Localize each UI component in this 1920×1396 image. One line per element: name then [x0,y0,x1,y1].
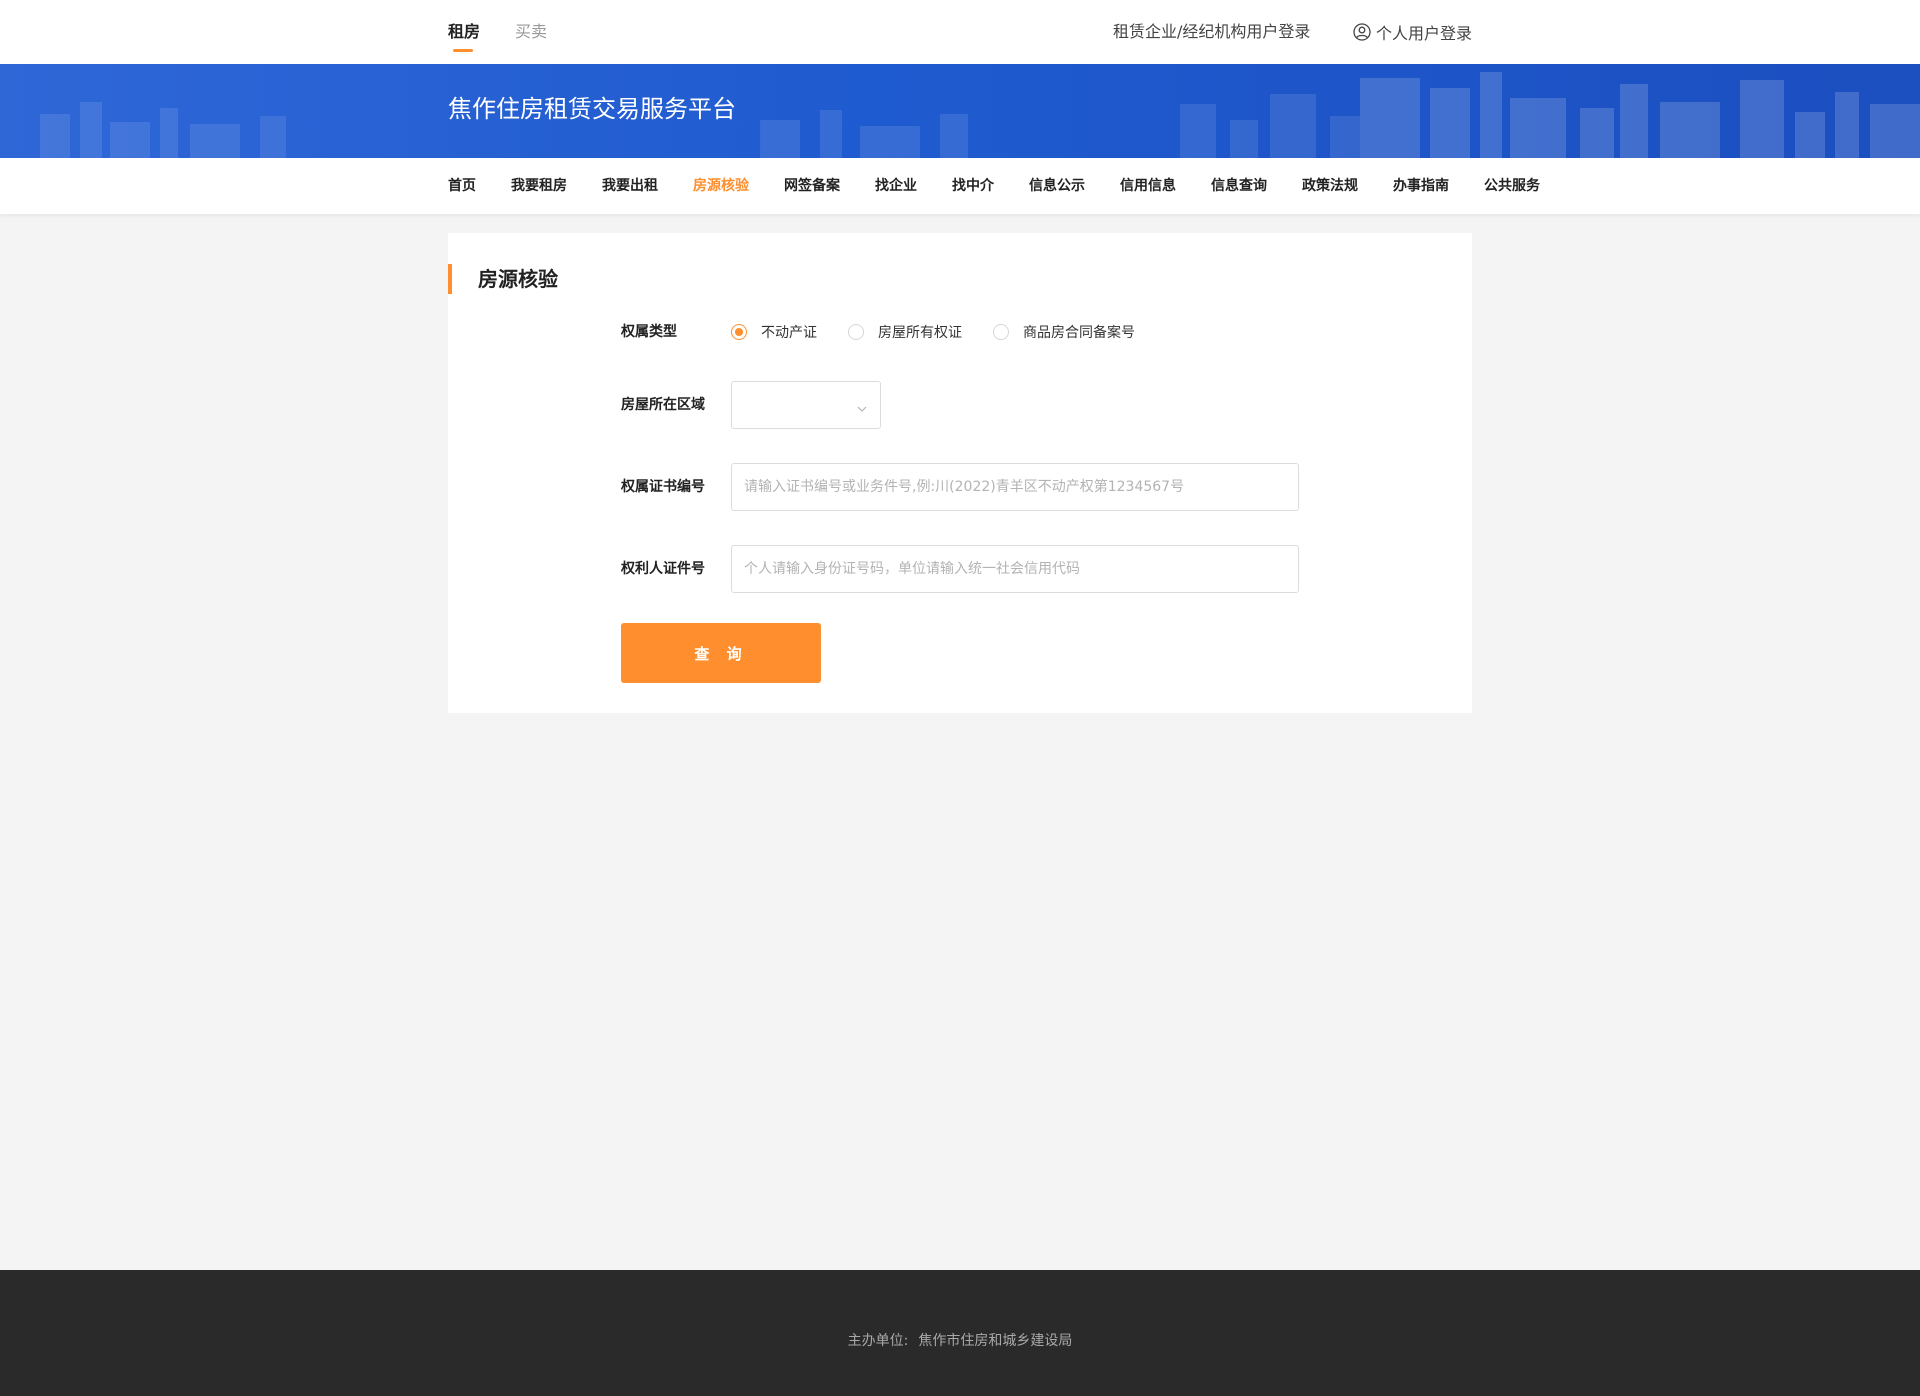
radio-label: 房屋所有权证 [878,325,962,341]
top-bar: 租房 买卖 租赁企业/经纪机构用户登录 个人用户登录 [0,0,1920,64]
footer-host-info: 主办单位: 焦作市住房和城乡建设局 [0,1331,1920,1351]
site-title: 焦作住房租赁交易服务平台 [448,95,736,123]
region-label: 房屋所在区域 [621,397,705,413]
title-accent-bar [448,264,452,294]
nav-item-online-contract[interactable]: 网签备案 [784,176,840,196]
region-select[interactable] [731,381,881,429]
nav-item-public-service[interactable]: 公共服务 [1484,176,1540,196]
person-login-label: 个人用户登录 [1375,24,1472,43]
radio-real-estate-cert[interactable]: 不动产证 [731,322,817,342]
nav-item-info-public[interactable]: 信息公示 [1029,176,1085,196]
radio-dot-checked[interactable] [731,324,747,340]
footer-host-label: 主办单位: [847,1333,909,1349]
tab-sale[interactable]: 买卖 [515,20,547,44]
cert-no-input[interactable] [731,463,1299,511]
nav-item-rent-house[interactable]: 我要租房 [511,176,567,196]
nav-item-guide[interactable]: 办事指南 [1393,176,1449,196]
radio-dot[interactable] [993,324,1009,340]
page-title: 房源核验 [478,267,558,291]
footer: 主办单位: 焦作市住房和城乡建设局 [0,1270,1920,1396]
chevron-down-icon [856,400,868,412]
ownership-type-label: 权属类型 [621,324,677,340]
footer-host-value: 焦作市住房和城乡建设局 [918,1333,1073,1349]
tab-rent-underline [453,49,473,52]
owner-id-label: 权利人证件号 [621,561,705,577]
nav-item-credit-info[interactable]: 信用信息 [1120,176,1176,196]
radio-label: 商品房合同备案号 [1023,325,1135,341]
nav-item-home[interactable]: 首页 [448,176,476,196]
nav-item-info-query[interactable]: 信息查询 [1211,176,1267,196]
cert-no-label: 权属证书编号 [621,479,705,495]
user-circle-icon [1353,23,1371,41]
radio-contract-filing-no[interactable]: 商品房合同备案号 [993,322,1135,342]
radio-label: 不动产证 [761,325,817,341]
top-bar-inner: 租房 买卖 租赁企业/经纪机构用户登录 个人用户登录 [448,0,1472,64]
city-skyline-decoration [40,72,1920,158]
radio-house-ownership-cert[interactable]: 房屋所有权证 [848,322,962,342]
nav-item-policy[interactable]: 政策法规 [1302,176,1358,196]
person-login-link[interactable]: 个人用户登录 [1353,20,1472,44]
owner-id-input[interactable] [731,545,1299,593]
nav-item-find-company[interactable]: 找企业 [875,176,917,196]
nav-item-find-agent[interactable]: 找中介 [952,176,994,196]
tab-rent[interactable]: 租房 [448,20,480,44]
nav-item-let-house[interactable]: 我要出租 [602,176,658,196]
query-button[interactable]: 查 询 [621,623,821,683]
main-nav: 首页 我要租房 我要出租 房源核验 网签备案 找企业 找中介 信息公示 信用信息… [0,158,1920,214]
verify-form-card: 房源核验 权属类型 不动产证 房屋所有权证 商品房合同备案号 房屋所在区域 权属… [448,233,1472,713]
org-login-link[interactable]: 租赁企业/经纪机构用户登录 [1113,20,1310,44]
radio-dot[interactable] [848,324,864,340]
nav-item-listing-verify[interactable]: 房源核验 [693,176,749,196]
banner: 焦作住房租赁交易服务平台 [0,64,1920,158]
